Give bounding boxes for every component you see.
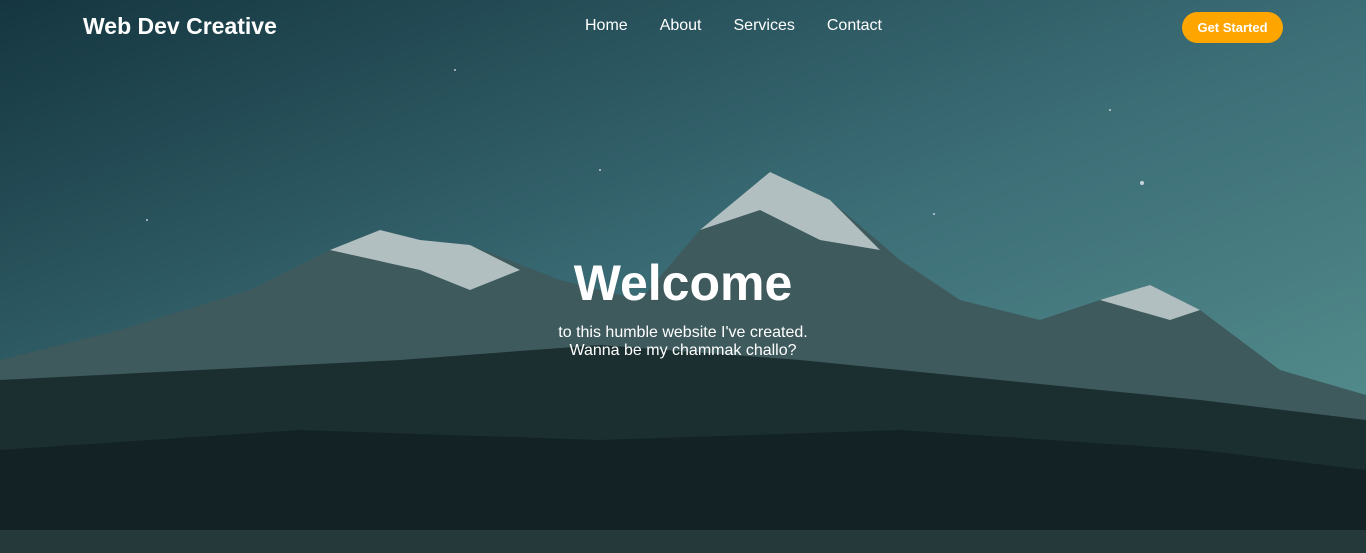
hero-line-1: to this humble website I've created. (558, 324, 808, 341)
hero-line-2: Wanna be my chammak challo? (569, 342, 797, 359)
nav-home[interactable]: Home (585, 17, 628, 35)
hero-title: Welcome (573, 255, 793, 311)
nav-services[interactable]: Services (734, 17, 795, 35)
nav-links: Home About Services Contact (585, 17, 882, 35)
nav-contact[interactable]: Contact (827, 17, 882, 35)
hero-subtitle: to this humble website I've created. Wan… (0, 324, 1366, 360)
hero: Welcome to this humble website I've crea… (0, 254, 1366, 360)
navbar: Web Dev Creative Home About Services Con… (0, 0, 1366, 54)
brand-logo[interactable]: Web Dev Creative (83, 13, 277, 40)
get-started-button[interactable]: Get Started (1182, 12, 1283, 43)
nav-about[interactable]: About (660, 17, 702, 35)
